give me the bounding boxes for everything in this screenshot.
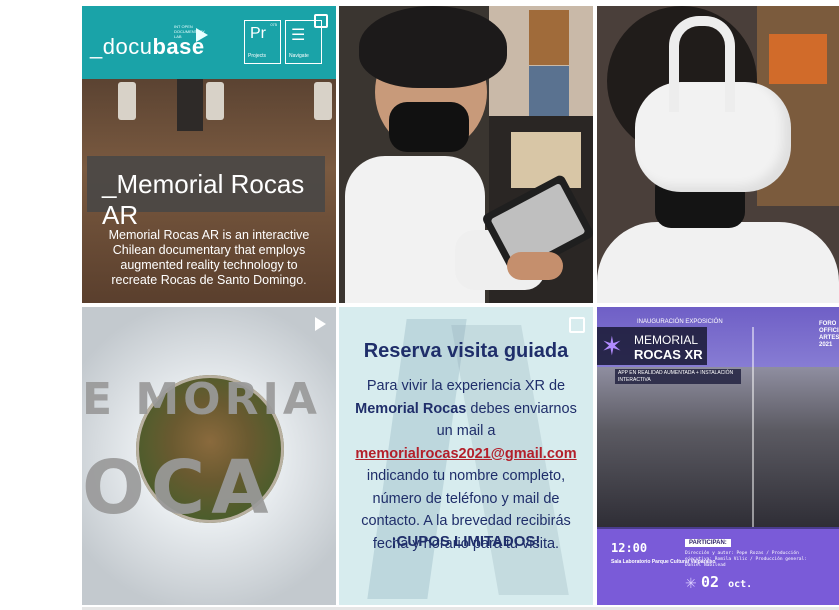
bollard-decoration xyxy=(118,82,136,120)
event-logo-line2: ROCAS XR xyxy=(634,347,703,362)
poster-photo xyxy=(597,367,839,527)
post-tile-tablet-photo[interactable] xyxy=(339,6,593,303)
bollard-decoration xyxy=(314,82,332,120)
wall-painting xyxy=(529,10,569,65)
student-hair xyxy=(359,6,507,88)
participants-label: PARTICIPAN: xyxy=(685,539,731,547)
exhibit-box xyxy=(511,132,581,188)
post-tile-memorial-rocas-ar[interactable]: _docubase INT OPEN DOCUMENTARY LAB 075 P… xyxy=(82,6,336,303)
wall-painting xyxy=(529,66,569,121)
projects-tile: 075 Pr Projects xyxy=(244,20,281,64)
menu-icon: ☰ xyxy=(291,27,306,44)
post-tile-memorial-rocas-xr-event[interactable]: INAUGURACIÓN EXPOSICIÓN ✶ MEMORIAL ROCAS… xyxy=(597,307,839,605)
post-tile-vr-headset-photo[interactable] xyxy=(597,6,839,303)
post-title: _Memorial Rocas AR xyxy=(102,169,305,230)
post-title: Reserva visita guiada xyxy=(363,340,569,362)
post-tile-tiny-planet-video[interactable]: E MORIA OCA xyxy=(82,307,336,605)
email-link[interactable]: memorialrocas2021@gmail.com xyxy=(355,446,576,462)
wall-art xyxy=(769,34,827,84)
gallery-icon xyxy=(569,317,585,333)
bollard-decoration xyxy=(206,82,224,120)
student-shirt xyxy=(597,222,839,303)
divider-line xyxy=(752,327,754,527)
post-tile-reserva-visita[interactable]: Reserva visita guiada Para vivir la expe… xyxy=(339,307,593,605)
event-date: 02 oct. xyxy=(701,573,753,591)
docubase-play-icon xyxy=(196,28,208,42)
person-legs xyxy=(177,79,203,131)
star-icon: ✶ xyxy=(601,331,623,361)
event-logo-line1: MEMORIAL xyxy=(634,333,699,347)
event-subtitle: APP EN REALIDAD AUMENTADA + INSTALACIÓN … xyxy=(615,369,741,384)
student-hand xyxy=(507,252,563,280)
post-description: Memorial Rocas AR is an interactive Chil… xyxy=(108,228,310,287)
vr-headset-strap xyxy=(669,16,735,112)
gallery-icon xyxy=(314,14,328,28)
post-footer: ¡CUPOS LIMITADOS! xyxy=(391,533,541,550)
overlay-word-memorial: E MORIA xyxy=(82,374,321,425)
sparkle-icon: ✳ xyxy=(685,575,697,591)
event-time: 12:00 xyxy=(611,541,648,555)
participants-list: Dirección y autor: Pepe Rozas / Producci… xyxy=(685,551,807,568)
event-label: INAUGURACIÓN EXPOSICIÓN xyxy=(637,319,723,325)
play-icon xyxy=(315,317,326,331)
face-mask xyxy=(389,102,469,152)
post-body: Para vivir la experiencia XR de Memorial… xyxy=(355,378,577,552)
side-text: FORO OFFICIAL ARTES 2021 xyxy=(819,321,839,348)
overlay-word-rocas: OCA xyxy=(82,445,275,531)
